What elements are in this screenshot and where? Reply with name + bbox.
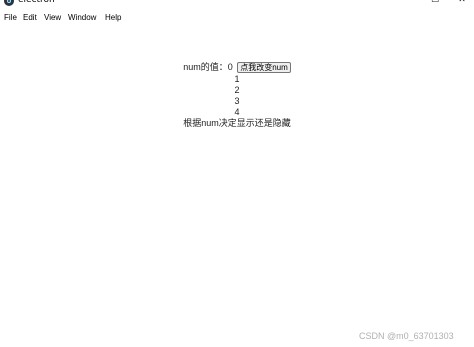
maximize-icon[interactable]: ☐ xyxy=(425,0,445,6)
menu-help[interactable]: Help xyxy=(104,11,122,25)
menu-file[interactable]: File xyxy=(3,11,18,25)
window-title: electron xyxy=(18,0,55,5)
electron-app-icon xyxy=(4,0,14,6)
menu-view[interactable]: View xyxy=(43,11,62,25)
num-value: 0 xyxy=(227,62,233,72)
conditional-text: 根据num决定显示还是隐藏 xyxy=(183,118,291,128)
list-item: 3 xyxy=(234,96,240,106)
menu-window[interactable]: Window xyxy=(67,11,97,25)
num-row: num的值：0 点我改变num xyxy=(0,60,474,74)
list-item: 2 xyxy=(234,85,240,95)
page-content: num的值：0 点我改变num 1 2 3 4 根据num决定显示还是隐藏 xyxy=(0,60,474,129)
minimize-icon[interactable]: − xyxy=(398,0,418,6)
watermark: CSDN @m0_63701303 xyxy=(359,331,454,341)
list-item: 4 xyxy=(234,107,240,117)
app-window: electron − ☐ ✕ File Edit View Window Hel… xyxy=(0,0,474,347)
menu-bar: File Edit View Window Help xyxy=(0,11,474,25)
close-icon[interactable]: ✕ xyxy=(452,0,472,6)
title-bar: electron − ☐ ✕ xyxy=(0,0,474,8)
list-item: 1 xyxy=(234,74,240,84)
num-label: num的值： xyxy=(183,62,228,72)
change-num-button[interactable]: 点我改变num xyxy=(237,62,291,74)
menu-edit[interactable]: Edit xyxy=(22,11,38,25)
